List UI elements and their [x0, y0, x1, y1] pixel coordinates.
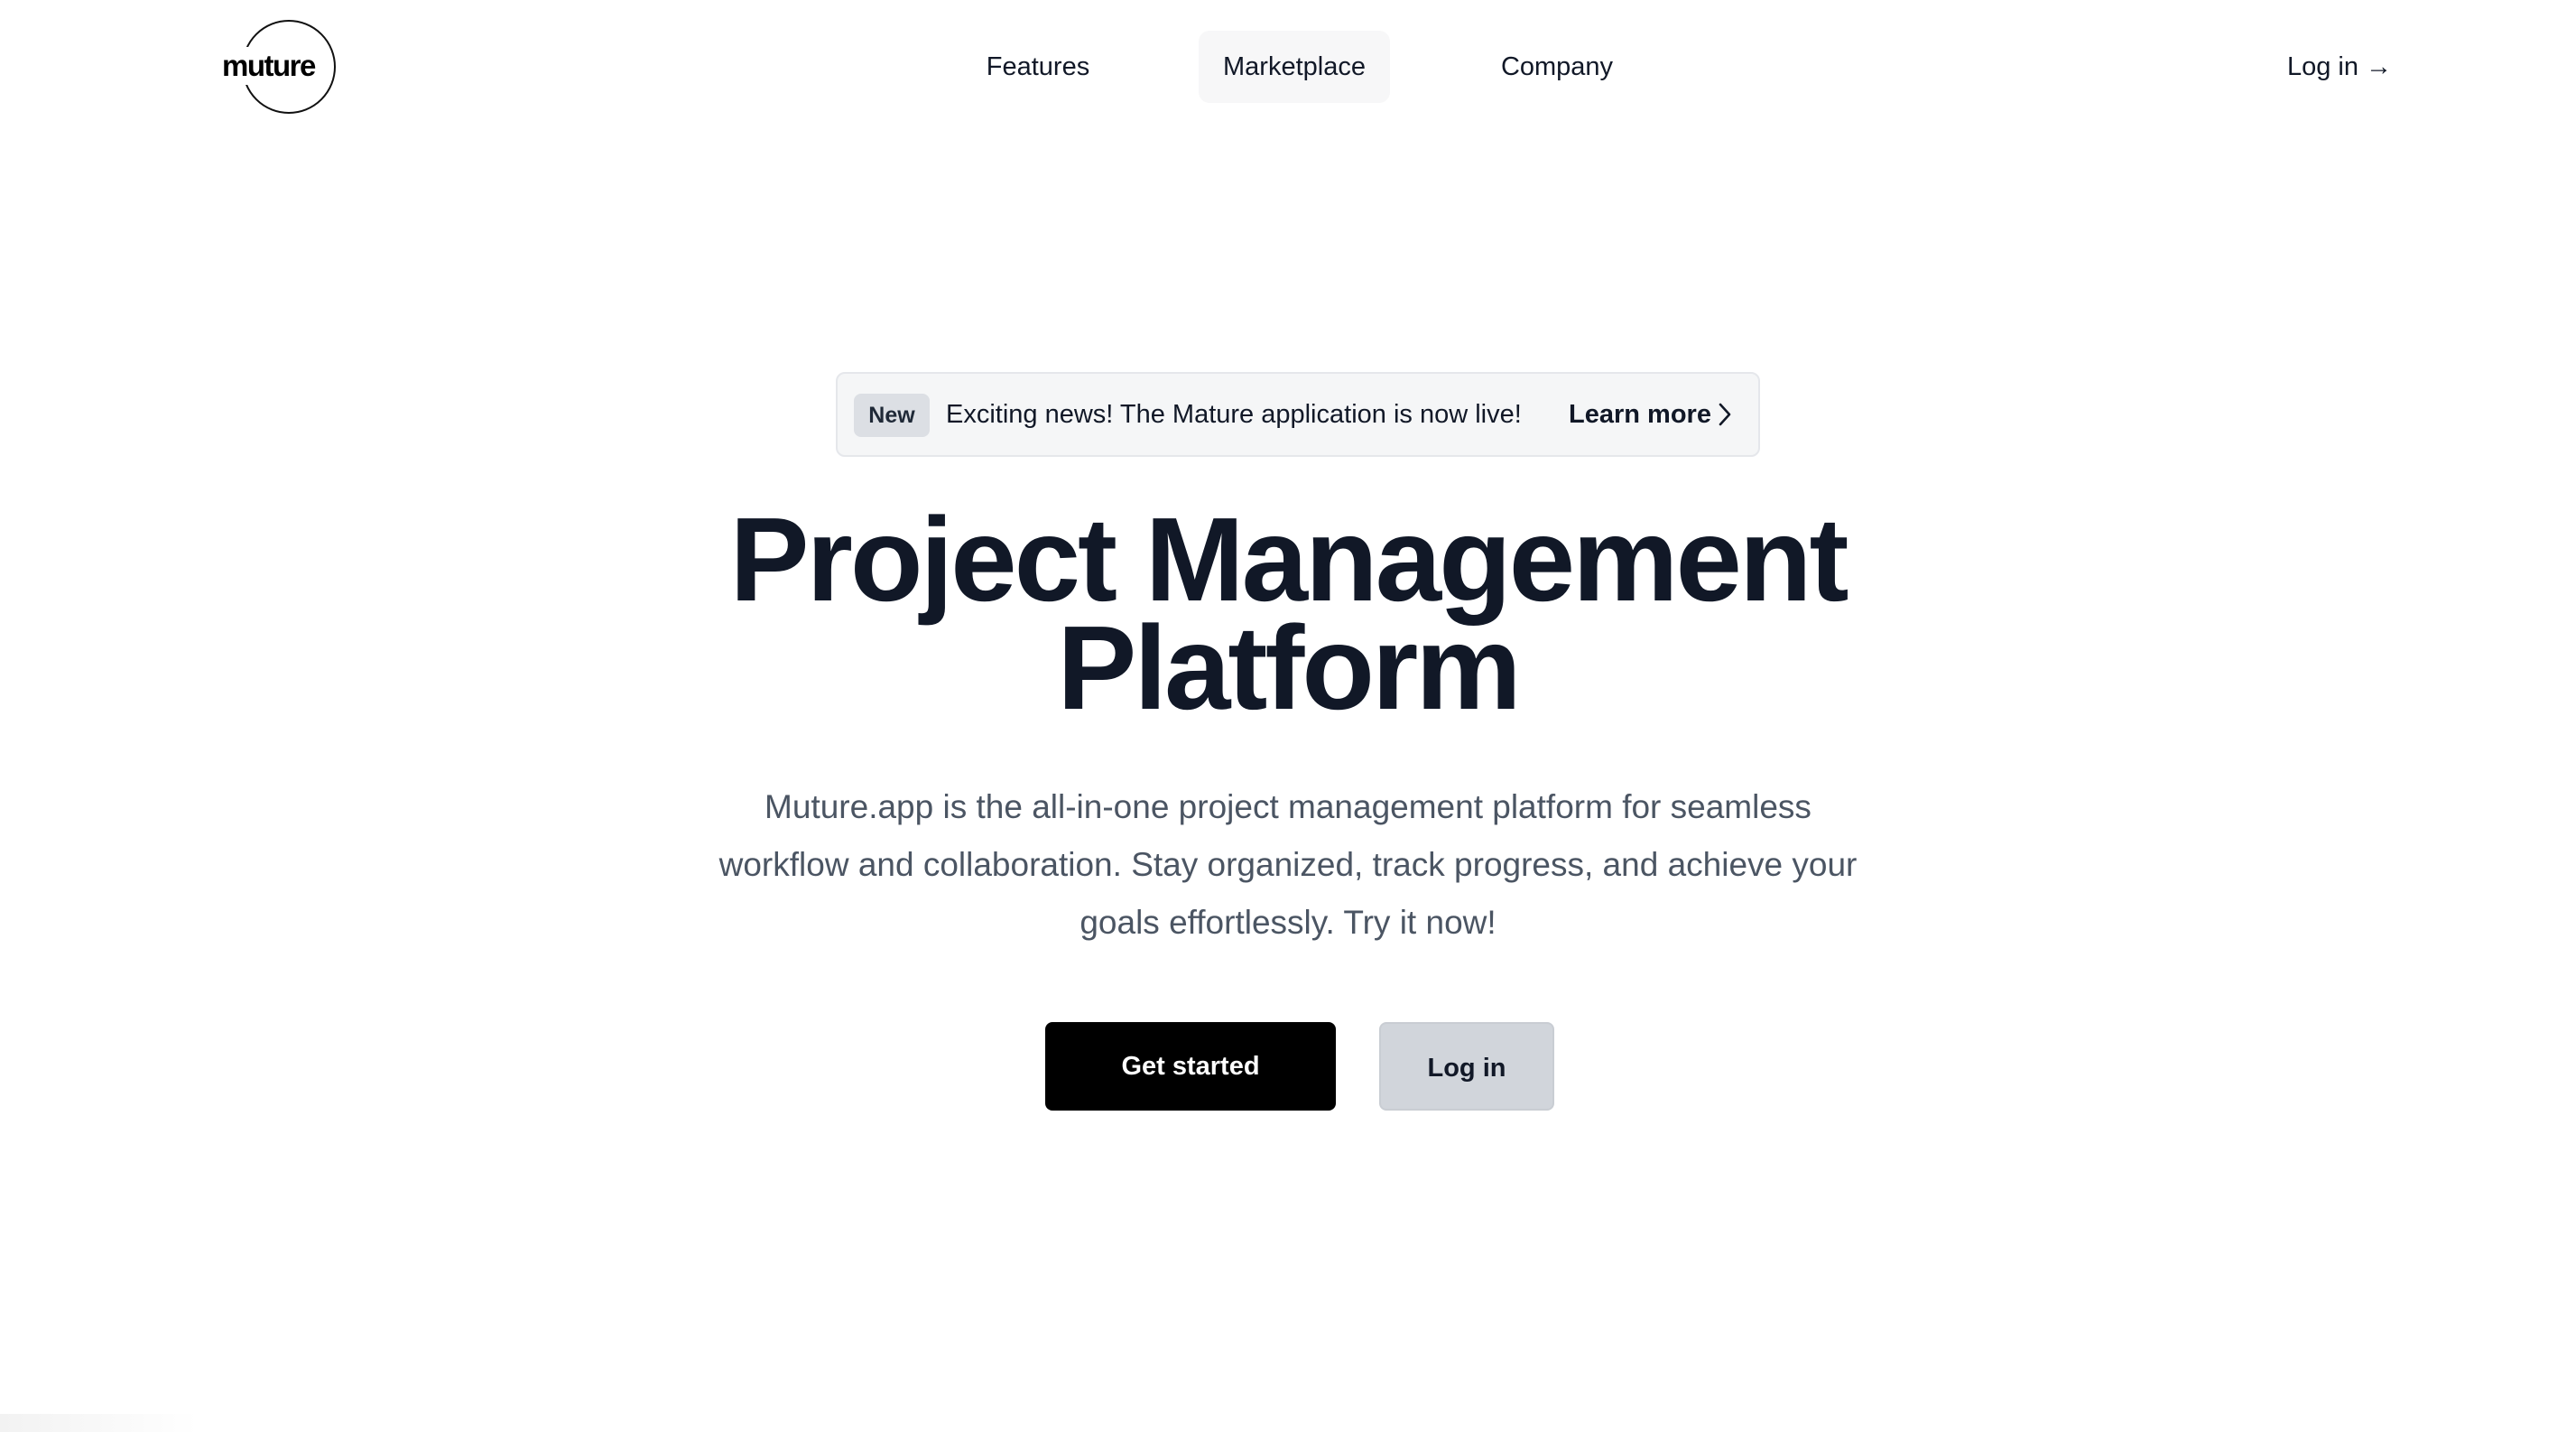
nav-item-company[interactable]: Company	[1471, 31, 1643, 103]
hero-subtitle: Muture.app is the all-in-one project man…	[656, 778, 1920, 952]
hero-title: Project Management Platform	[566, 500, 2010, 728]
main-nav: Features Marketplace Company	[0, 31, 2576, 103]
header-login-link[interactable]: Log in →	[2256, 31, 2392, 103]
announcement-bar[interactable]: New Exciting news! The Mature applicatio…	[836, 372, 1760, 457]
nav-item-features[interactable]: Features	[966, 31, 1110, 103]
hero-title-line-2: Platform	[1057, 601, 1521, 734]
hero-subtitle-line-1: Muture.app is the all-in-one project man…	[764, 788, 1812, 825]
hero-subtitle-line-3: goals effortlessly. Try it now!	[1080, 904, 1496, 941]
new-badge: New	[854, 394, 930, 437]
learn-more-label: Learn more	[1569, 400, 1711, 429]
site-header: muture Features Marketplace Company Log …	[0, 0, 2576, 134]
announcement-text: Exciting news! The Mature application is…	[946, 400, 1522, 429]
bottom-shadow	[0, 1414, 199, 1432]
learn-more-link[interactable]: Learn more	[1569, 374, 1731, 455]
nav-item-marketplace[interactable]: Marketplace	[1199, 31, 1390, 103]
get-started-button[interactable]: Get started	[1045, 1022, 1336, 1111]
hero-subtitle-line-2: workflow and collaboration. Stay organiz…	[718, 846, 1858, 883]
arrow-right-icon: →	[2366, 52, 2392, 81]
chevron-right-icon	[1719, 403, 1731, 426]
header-login-label: Log in	[2286, 52, 2358, 81]
login-button[interactable]: Log in	[1379, 1022, 1554, 1111]
